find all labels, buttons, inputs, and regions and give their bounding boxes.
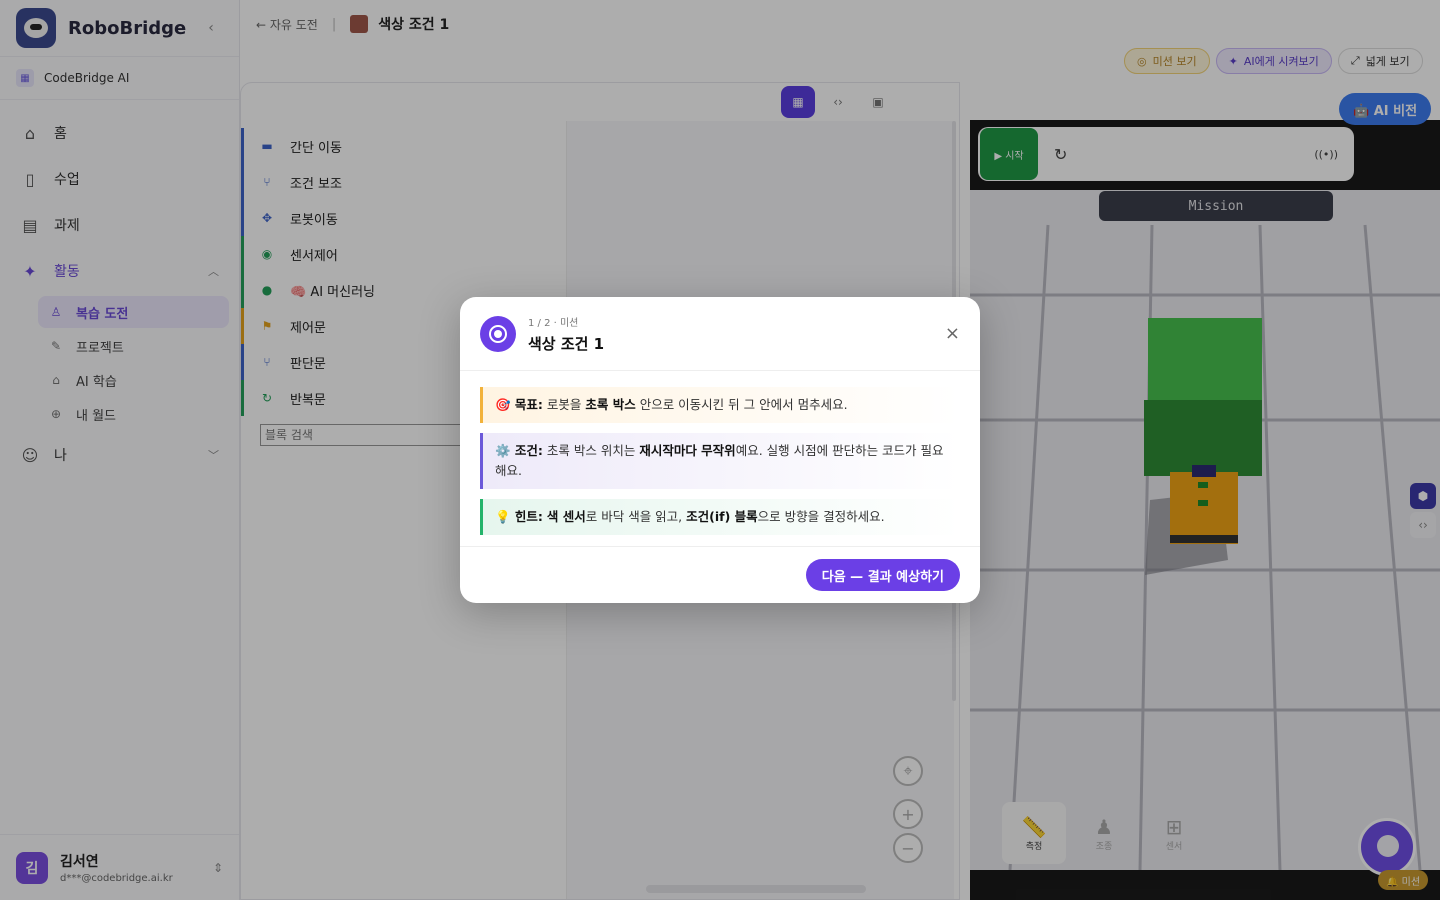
condition-note: ⚙️ 조건: 초록 박스 위치는 재시작마다 무작위예요. 실행 시점에 판단하… — [480, 433, 960, 489]
goal-prefix: 🎯 목표: — [495, 397, 543, 412]
close-icon[interactable]: × — [945, 323, 960, 344]
condition-text: 초록 박스 위치는 — [542, 443, 640, 458]
condition-prefix: ⚙️ 조건: — [495, 443, 543, 458]
goal-note: 🎯 목표: 로봇을 초록 박스 안으로 이동시킨 뒤 그 안에서 멈추세요. — [480, 387, 960, 423]
modal-body: 🎯 목표: 로봇을 초록 박스 안으로 이동시킨 뒤 그 안에서 멈추세요. ⚙… — [460, 371, 980, 535]
hint-emphasis: 색 센서 — [546, 509, 586, 524]
next-button[interactable]: 다음 — 결과 예상하기 — [805, 559, 960, 591]
mission-modal: 1 / 2 · 미션 색상 조건 1 × 🎯 목표: 로봇을 초록 박스 안으로… — [460, 297, 980, 603]
modal-footer: 다음 — 결과 예상하기 — [460, 546, 980, 603]
target-icon — [480, 315, 516, 352]
hint-prefix: 💡 힌트: — [495, 509, 543, 524]
condition-emphasis: 재시작마다 무작위 — [639, 443, 736, 458]
goal-text: 로봇을 — [542, 397, 586, 412]
step-indicator: 1 / 2 · 미션 — [528, 317, 579, 329]
hint-note: 💡 힌트: 색 센서로 바닥 색을 읽고, 조건(if) 블록으로 방향을 결정… — [480, 499, 960, 535]
hint-text: 으로 방향을 결정하세요. — [757, 509, 885, 524]
modal-title: 색상 조건 1 — [528, 334, 605, 353]
hint-text: 로 바닥 색을 읽고, — [585, 509, 687, 524]
goal-text: 안으로 이동시킨 뒤 그 안에서 멈추세요. — [635, 397, 848, 412]
goal-emphasis: 초록 박스 — [585, 397, 636, 412]
hint-emphasis: 조건(if) 블록 — [686, 509, 758, 524]
modal-header: 1 / 2 · 미션 색상 조건 1 × — [460, 297, 980, 371]
